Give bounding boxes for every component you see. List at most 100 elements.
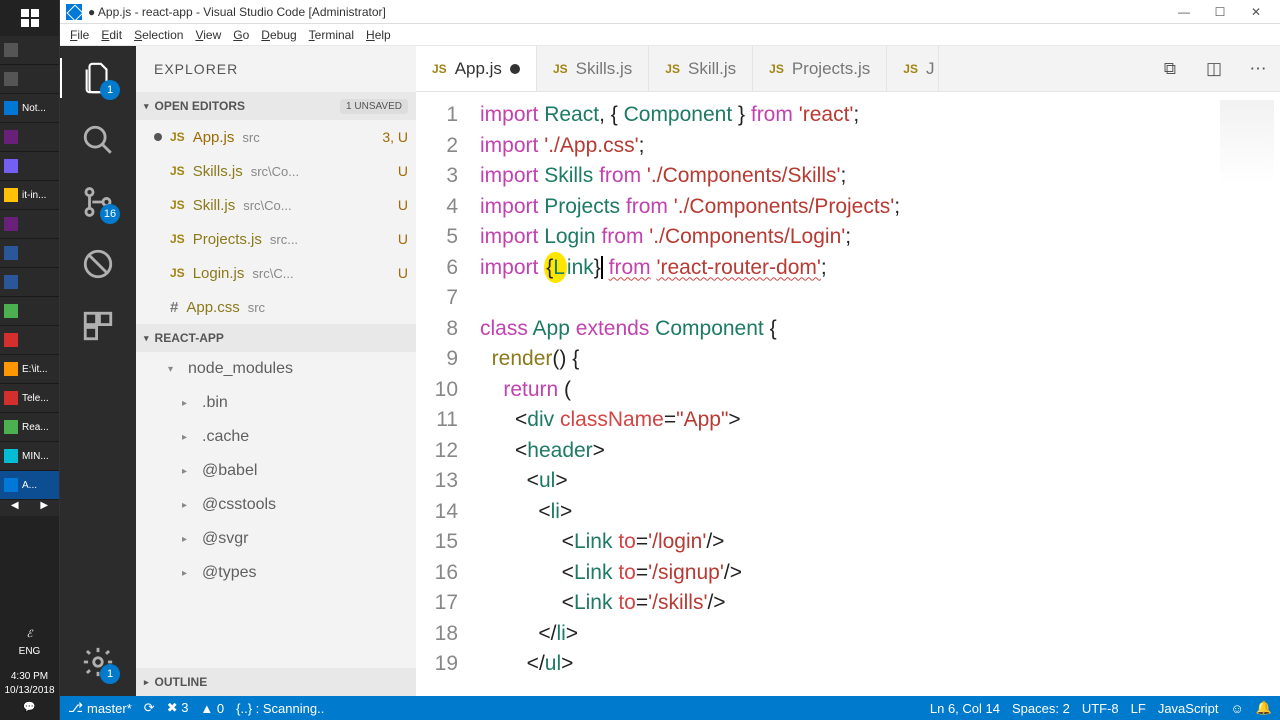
vscode-window: ● App.js - react-app - Visual Studio Cod… — [60, 0, 1280, 720]
taskbar-item[interactable] — [0, 36, 59, 65]
folder-item[interactable]: ▸@csstools — [150, 488, 416, 522]
folder-item[interactable]: ▾node_modules — [150, 352, 416, 386]
sidebar: EXPLORER ▾ OPEN EDITORS 1 UNSAVED JSApp.… — [136, 46, 416, 696]
search-icon[interactable] — [78, 120, 118, 160]
editor-tab[interactable]: JSApp.js — [416, 46, 537, 91]
chevron-down-icon: ▾ — [168, 364, 180, 375]
taskbar-item[interactable] — [0, 65, 59, 94]
folder-item[interactable]: ▸@svgr — [150, 522, 416, 556]
explorer-icon[interactable]: 1 — [78, 58, 118, 98]
taskbar-item[interactable] — [0, 210, 59, 239]
split-editor-icon[interactable]: ◫ — [1192, 46, 1236, 91]
js-icon: JS — [170, 164, 185, 178]
taskbar-item[interactable]: Rea... — [0, 413, 59, 442]
clock[interactable]: 4:30 PM10/13/2018 — [0, 666, 59, 702]
compare-icon[interactable]: ⧉ — [1148, 46, 1192, 91]
maximize-button[interactable]: ☐ — [1202, 5, 1238, 19]
file-path: src\Co... — [251, 164, 299, 179]
open-editor-item[interactable]: JSSkill.jssrc\Co...U — [136, 188, 416, 222]
open-editor-item[interactable]: JSLogin.jssrc\C...U — [136, 256, 416, 290]
close-button[interactable]: ✕ — [1238, 5, 1274, 19]
taskbar-item[interactable] — [0, 123, 59, 152]
css-icon: # — [170, 299, 178, 316]
start-button[interactable] — [0, 0, 59, 36]
open-editors-header[interactable]: ▾ OPEN EDITORS 1 UNSAVED — [136, 92, 416, 120]
errors-indicator[interactable]: ✖ 3 — [167, 700, 189, 716]
taskbar-item[interactable] — [0, 152, 59, 181]
more-icon[interactable]: ⋯ — [1236, 46, 1280, 91]
taskbar-item[interactable]: MIN... — [0, 442, 59, 471]
taskbar-item[interactable] — [0, 239, 59, 268]
taskbar-item[interactable]: it-in... — [0, 181, 59, 210]
modified-dot — [154, 167, 162, 175]
code-area[interactable]: 12345678910111213141516171819 import Rea… — [416, 92, 1280, 696]
folder-item[interactable]: ▸@types — [150, 556, 416, 590]
open-editor-item[interactable]: JSProjects.jssrc...U — [136, 222, 416, 256]
encoding-indicator[interactable]: UTF-8 — [1082, 701, 1119, 716]
settings-gear-icon[interactable]: 1 — [78, 642, 118, 682]
tabs: JSApp.jsJSSkills.jsJSSkill.jsJSProjects.… — [416, 46, 1280, 92]
taskbar-item[interactable]: Not... — [0, 94, 59, 123]
folder-item[interactable]: ▸@babel — [150, 454, 416, 488]
source-control-icon[interactable]: 16 — [78, 182, 118, 222]
js-icon: JS — [170, 198, 185, 212]
chevron-down-icon: ▾ — [144, 101, 149, 112]
sync-button[interactable]: ⟳ — [144, 700, 155, 716]
taskbar-item[interactable]: A... — [0, 471, 59, 500]
menu-file[interactable]: File — [66, 28, 93, 42]
minimap[interactable] — [1220, 100, 1274, 184]
minimize-button[interactable]: — — [1166, 5, 1202, 19]
menu-debug[interactable]: Debug — [257, 28, 300, 42]
menu-edit[interactable]: Edit — [97, 28, 126, 42]
taskbar-item[interactable]: Tele... — [0, 384, 59, 413]
folder-item[interactable]: ▸.cache — [150, 420, 416, 454]
taskbar-item[interactable] — [0, 268, 59, 297]
taskbar-item[interactable]: E:\it... — [0, 355, 59, 384]
eol-indicator[interactable]: LF — [1131, 701, 1146, 716]
menu-go[interactable]: Go — [229, 28, 253, 42]
explorer-badge: 1 — [100, 80, 120, 100]
cursor-position[interactable]: Ln 6, Col 14 — [930, 701, 1000, 716]
file-name: App.js — [193, 129, 235, 146]
debug-icon[interactable] — [78, 244, 118, 284]
language-indicator[interactable]: ENG — [0, 646, 59, 666]
taskbar-scroll[interactable]: ◀▶ — [0, 500, 59, 516]
chevron-right-icon: ▸ — [182, 466, 194, 477]
file-name: App.css — [186, 299, 239, 316]
menu-selection[interactable]: Selection — [130, 28, 187, 42]
notification-tray[interactable]: 💬 — [0, 702, 59, 720]
input-indicator[interactable]: ℰ — [0, 622, 59, 646]
feedback-icon[interactable]: ☺ — [1231, 701, 1244, 716]
warnings-indicator[interactable]: ▲ 0 — [200, 701, 224, 716]
project-header[interactable]: ▾ REACT-APP — [136, 324, 416, 352]
language-mode[interactable]: JavaScript — [1158, 701, 1219, 716]
windows-taskbar: Not... it-in... E:\it... Tele... Rea... … — [0, 0, 60, 720]
editor-tab[interactable]: JSJ — [887, 46, 939, 91]
branch-indicator[interactable]: ⎇master* — [68, 700, 132, 716]
menu-terminal[interactable]: Terminal — [305, 28, 358, 42]
editor-tab[interactable]: JSSkills.js — [537, 46, 649, 91]
chevron-right-icon: ▸ — [182, 534, 194, 545]
outline-header[interactable]: ▸ OUTLINE — [136, 668, 416, 696]
scan-indicator[interactable]: {..} : Scanning.. — [236, 701, 324, 716]
editor-tab[interactable]: JSProjects.js — [753, 46, 887, 91]
unsaved-badge: 1 UNSAVED — [340, 99, 408, 114]
taskbar-item[interactable] — [0, 326, 59, 355]
open-editor-item[interactable]: #App.csssrc — [136, 290, 416, 324]
notifications-icon[interactable]: 🔔 — [1256, 700, 1272, 716]
menu-view[interactable]: View — [191, 28, 225, 42]
taskbar-item[interactable] — [0, 297, 59, 326]
indent-indicator[interactable]: Spaces: 2 — [1012, 701, 1070, 716]
code-lines[interactable]: import React, { Component } from 'react'… — [480, 92, 1280, 696]
extensions-icon[interactable] — [78, 306, 118, 346]
file-path: src\C... — [252, 266, 293, 281]
open-editor-item[interactable]: JSApp.jssrc3, U — [136, 120, 416, 154]
line-gutter: 12345678910111213141516171819 — [416, 92, 480, 696]
editor-tab[interactable]: JSSkill.js — [649, 46, 753, 91]
menu-help[interactable]: Help — [362, 28, 395, 42]
js-icon: JS — [903, 62, 918, 76]
js-icon: JS — [665, 62, 680, 76]
tab-label: Projects.js — [792, 59, 870, 79]
open-editor-item[interactable]: JSSkills.jssrc\Co...U — [136, 154, 416, 188]
folder-item[interactable]: ▸.bin — [150, 386, 416, 420]
